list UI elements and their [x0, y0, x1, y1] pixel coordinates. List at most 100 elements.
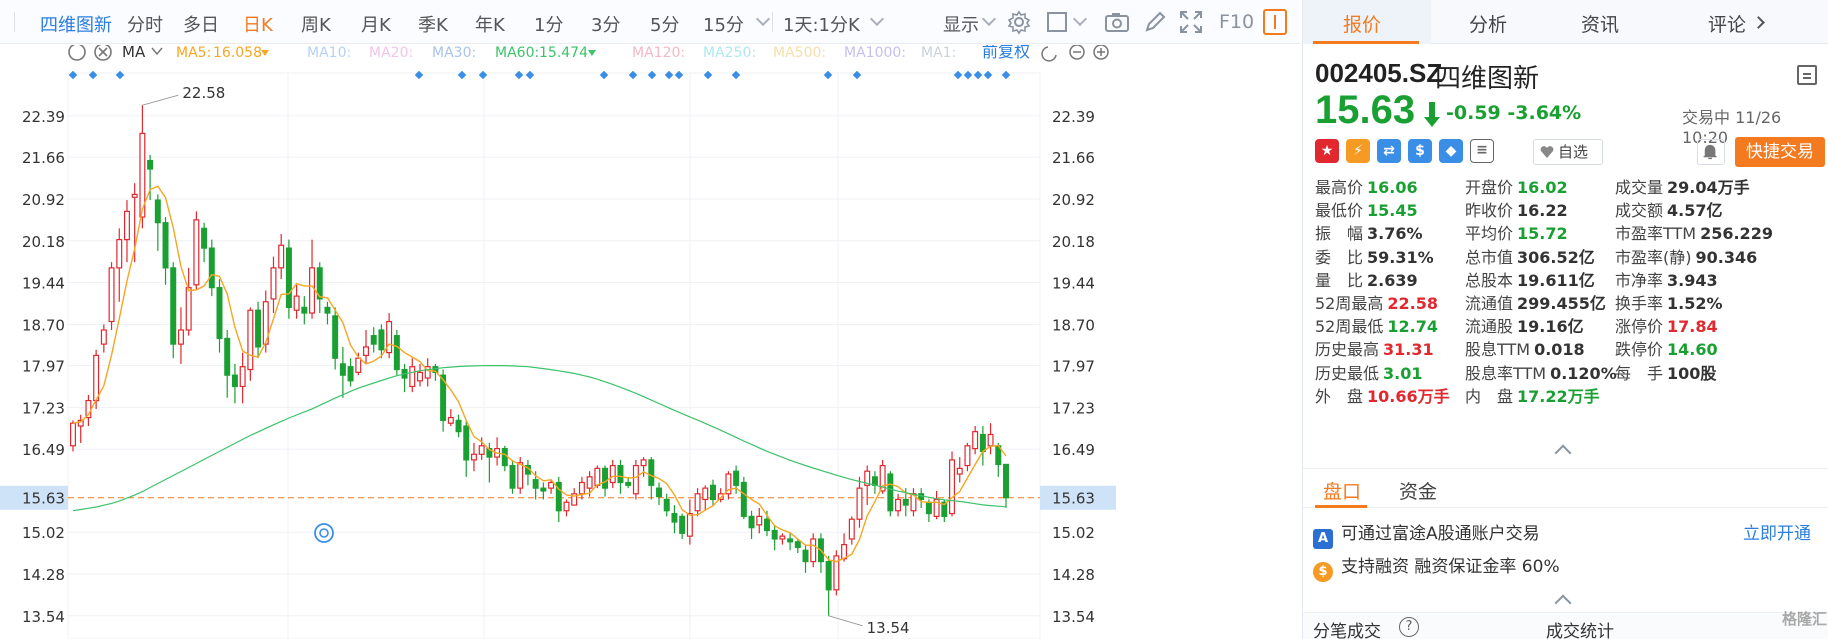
candle-up[interactable]: [309, 267, 316, 314]
dollar-icon[interactable]: $: [1408, 139, 1432, 163]
tab-quote[interactable]: 报价: [1343, 10, 1381, 37]
collapse-chevron-up-icon[interactable]: [1554, 444, 1572, 462]
candle-up[interactable]: [586, 476, 593, 489]
candle-down[interactable]: [602, 467, 609, 489]
candle-down[interactable]: [1003, 463, 1009, 499]
candle-up[interactable]: [702, 487, 709, 501]
candle-up[interactable]: [594, 467, 601, 486]
candle-up[interactable]: [609, 464, 616, 484]
period-tab-yearly[interactable]: 年K: [475, 11, 505, 37]
tab-news[interactable]: 资讯: [1581, 10, 1619, 37]
quick-trade-button[interactable]: 快捷交易: [1735, 137, 1825, 167]
candle-down[interactable]: [733, 470, 740, 486]
candle-up[interactable]: [856, 487, 863, 520]
candle-down[interactable]: [871, 476, 878, 486]
chart-type-square-icon[interactable]: [1045, 9, 1071, 35]
candle-up[interactable]: [972, 431, 979, 450]
candle-down[interactable]: [887, 473, 894, 512]
candle-down[interactable]: [208, 247, 215, 289]
toolbar-stock-name[interactable]: 四维图新: [40, 11, 112, 37]
period-tab-5min[interactable]: 5分: [650, 11, 679, 37]
help-icon[interactable]: ?: [1399, 617, 1419, 637]
candle-up[interactable]: [694, 493, 701, 512]
candle-up[interactable]: [949, 459, 956, 515]
candle-down[interactable]: [540, 487, 547, 492]
candle-down[interactable]: [979, 433, 986, 453]
candle-up[interactable]: [563, 501, 570, 512]
candle-down[interactable]: [794, 541, 801, 549]
subtab-orderbook[interactable]: 盘口: [1323, 477, 1361, 504]
candle-up[interactable]: [470, 453, 477, 461]
candle-up[interactable]: [779, 535, 786, 540]
candle-down[interactable]: [154, 199, 161, 224]
candle-down[interactable]: [347, 366, 354, 382]
candle-up[interactable]: [686, 512, 693, 537]
candle-down[interactable]: [332, 315, 339, 359]
tick-trades-label[interactable]: 分笔成交: [1313, 617, 1381, 639]
candle-up[interactable]: [116, 239, 123, 269]
candle-down[interactable]: [463, 425, 470, 461]
candle-down[interactable]: [501, 448, 508, 467]
candle-up[interactable]: [355, 357, 362, 373]
tag-icon[interactable]: ◆: [1439, 139, 1463, 163]
candle-up[interactable]: [447, 416, 454, 424]
layout-icon[interactable]: [1797, 65, 1817, 85]
display-chevron-icon[interactable]: [981, 11, 997, 27]
candle-down[interactable]: [748, 515, 755, 529]
candle-up[interactable]: [810, 538, 817, 563]
chart-type-chevron-icon[interactable]: [1072, 11, 1088, 27]
candle-down[interactable]: [170, 267, 177, 345]
candle-up[interactable]: [632, 464, 639, 495]
candle-up[interactable]: [895, 498, 902, 512]
candle-up[interactable]: [848, 518, 855, 540]
draw-pencil-icon[interactable]: [1142, 9, 1168, 35]
candle-up[interactable]: [131, 193, 138, 198]
lightning-icon[interactable]: ⚡: [1346, 139, 1370, 163]
candle-down[interactable]: [147, 159, 154, 170]
candle-down[interactable]: [671, 512, 678, 523]
f10-button[interactable]: F10: [1219, 11, 1254, 33]
candle-down[interactable]: [255, 309, 262, 348]
candle-down[interactable]: [710, 484, 716, 501]
kline-chart[interactable]: 22.39 22.39 21.66 21.66 20.92 20.92 20.18 20.18…: [0, 45, 1300, 639]
period-tab-multi-day[interactable]: 多日: [183, 11, 219, 37]
candle-down[interactable]: [216, 287, 223, 340]
shuffle-icon[interactable]: ⇄: [1377, 139, 1401, 163]
display-menu[interactable]: 显示: [943, 11, 979, 37]
candle-up[interactable]: [640, 459, 647, 467]
multi-period-chevron-icon[interactable]: [869, 11, 885, 27]
candle-down[interactable]: [455, 419, 462, 433]
candle-down[interactable]: [802, 549, 809, 563]
candle-up[interactable]: [548, 481, 555, 489]
period-tab-15min[interactable]: 15分: [703, 11, 744, 37]
candle-up[interactable]: [756, 515, 763, 526]
candle-down[interactable]: [339, 363, 346, 376]
period-tab-monthly[interactable]: 月K: [361, 11, 391, 37]
tab-more-chevron-icon[interactable]: [1752, 16, 1765, 29]
candle-down[interactable]: [162, 222, 169, 269]
fullscreen-icon[interactable]: [1178, 9, 1204, 35]
candle-down[interactable]: [740, 481, 747, 517]
add-watchlist-button[interactable]: 自选: [1533, 139, 1603, 165]
alert-button[interactable]: [1697, 139, 1725, 165]
tab-analysis[interactable]: 分析: [1469, 10, 1507, 37]
candle-down[interactable]: [201, 227, 208, 249]
multi-period-selector[interactable]: 1天:1分K: [783, 11, 860, 37]
document-icon[interactable]: ≡: [1470, 139, 1494, 163]
panel-toggle-icon[interactable]: [1263, 9, 1287, 35]
candle-up[interactable]: [185, 287, 192, 331]
tab-comments[interactable]: 评论: [1708, 10, 1746, 37]
candle-down[interactable]: [301, 306, 308, 314]
candle-up[interactable]: [247, 309, 254, 371]
kline-chart-area[interactable]: 22.39 22.39 21.66 21.66 20.92 20.92 20.18 20.18…: [0, 45, 1300, 639]
candle-down[interactable]: [663, 498, 670, 512]
subtab-capital[interactable]: 资金: [1399, 477, 1437, 504]
candle-up[interactable]: [177, 329, 184, 345]
candle-up[interactable]: [363, 346, 369, 357]
candle-down[interactable]: [763, 518, 770, 532]
candle-up[interactable]: [956, 467, 963, 475]
candle-down[interactable]: [617, 464, 624, 484]
candle-down[interactable]: [648, 459, 655, 486]
candle-up[interactable]: [278, 244, 285, 269]
candle-up[interactable]: [70, 422, 76, 447]
